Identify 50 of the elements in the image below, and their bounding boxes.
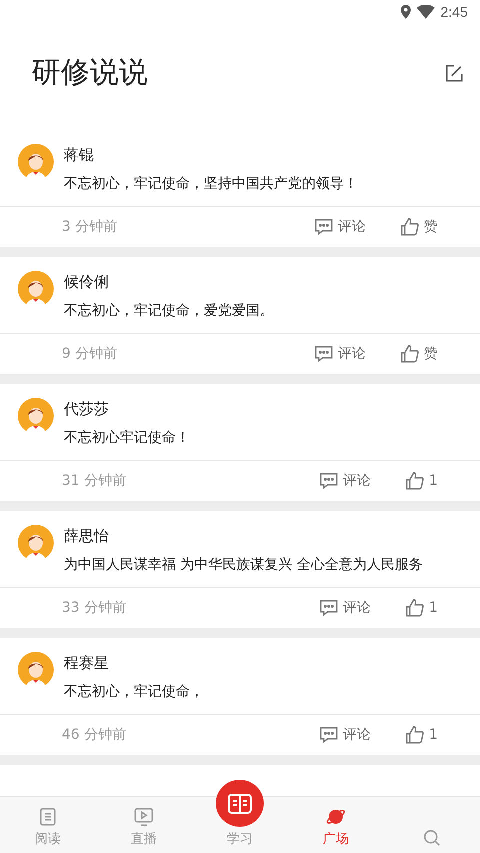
thumbs-up-icon (405, 471, 426, 491)
author-name[interactable]: 程赛星 (64, 654, 204, 673)
speech-bubble-icon (314, 344, 334, 364)
post-text: 不忘初心，牢记使命，爱党爱国。 (64, 302, 274, 320)
like-button[interactable]: 赞 (400, 217, 438, 237)
comment-button[interactable]: 评论 (319, 598, 372, 618)
post-time: 3 分钟前 (62, 218, 118, 236)
avatar-icon (18, 525, 54, 561)
play-screen-icon (134, 807, 154, 827)
post-time: 46 分钟前 (62, 726, 128, 744)
speech-bubble-icon (319, 598, 340, 618)
speech-bubble-icon (319, 725, 340, 745)
avatar-icon (18, 144, 54, 180)
post-time: 31 分钟前 (62, 472, 128, 490)
page-title: 研修说说 (32, 54, 148, 91)
status-time: 2:45 (440, 4, 468, 20)
comment-button[interactable]: 评论 (319, 725, 372, 745)
wifi-icon (416, 5, 435, 19)
post-text: 不忘初心，牢记使命，坚持中国共产党的领导！ (64, 175, 358, 193)
location-icon (400, 5, 411, 19)
post-text: 不忘初心牢记使命！ (64, 429, 190, 447)
like-button[interactable]: 赞 (400, 344, 438, 364)
like-button[interactable]: 1 (405, 725, 438, 745)
avatar-icon (18, 652, 54, 688)
author-name[interactable]: 代莎莎 (64, 400, 190, 419)
comment-button[interactable]: 评论 (314, 217, 366, 237)
thumbs-up-icon (400, 217, 420, 237)
avatar-icon (18, 398, 54, 434)
post-text: 为中国人民谋幸福 为中华民族谋复兴 全心全意为人民服务 (64, 556, 423, 574)
comment-button[interactable]: 评论 (314, 344, 366, 364)
avatar-icon (18, 271, 54, 307)
author-name[interactable]: 薛思怡 (64, 527, 423, 546)
post-text: 不忘初心，牢记使命， (64, 683, 204, 701)
thumbs-up-icon (400, 344, 420, 364)
comment-button[interactable]: 评论 (319, 471, 372, 491)
speech-bubble-icon (319, 471, 340, 491)
author-name[interactable]: 蒋锟 (64, 146, 358, 165)
like-button[interactable]: 1 (405, 598, 438, 618)
post-time: 33 分钟前 (62, 599, 128, 617)
planet-icon (326, 807, 346, 827)
post-time: 9 分钟前 (62, 345, 118, 363)
edit-icon[interactable] (444, 64, 464, 84)
speech-bubble-icon (314, 217, 334, 237)
like-button[interactable]: 1 (405, 471, 438, 491)
search-icon (422, 828, 442, 848)
author-name[interactable]: 候伶俐 (64, 273, 274, 292)
nav-tab[interactable]: 广场 (288, 797, 384, 853)
document-icon (38, 807, 58, 827)
thumbs-up-icon (405, 725, 426, 745)
thumbs-up-icon (405, 598, 426, 618)
